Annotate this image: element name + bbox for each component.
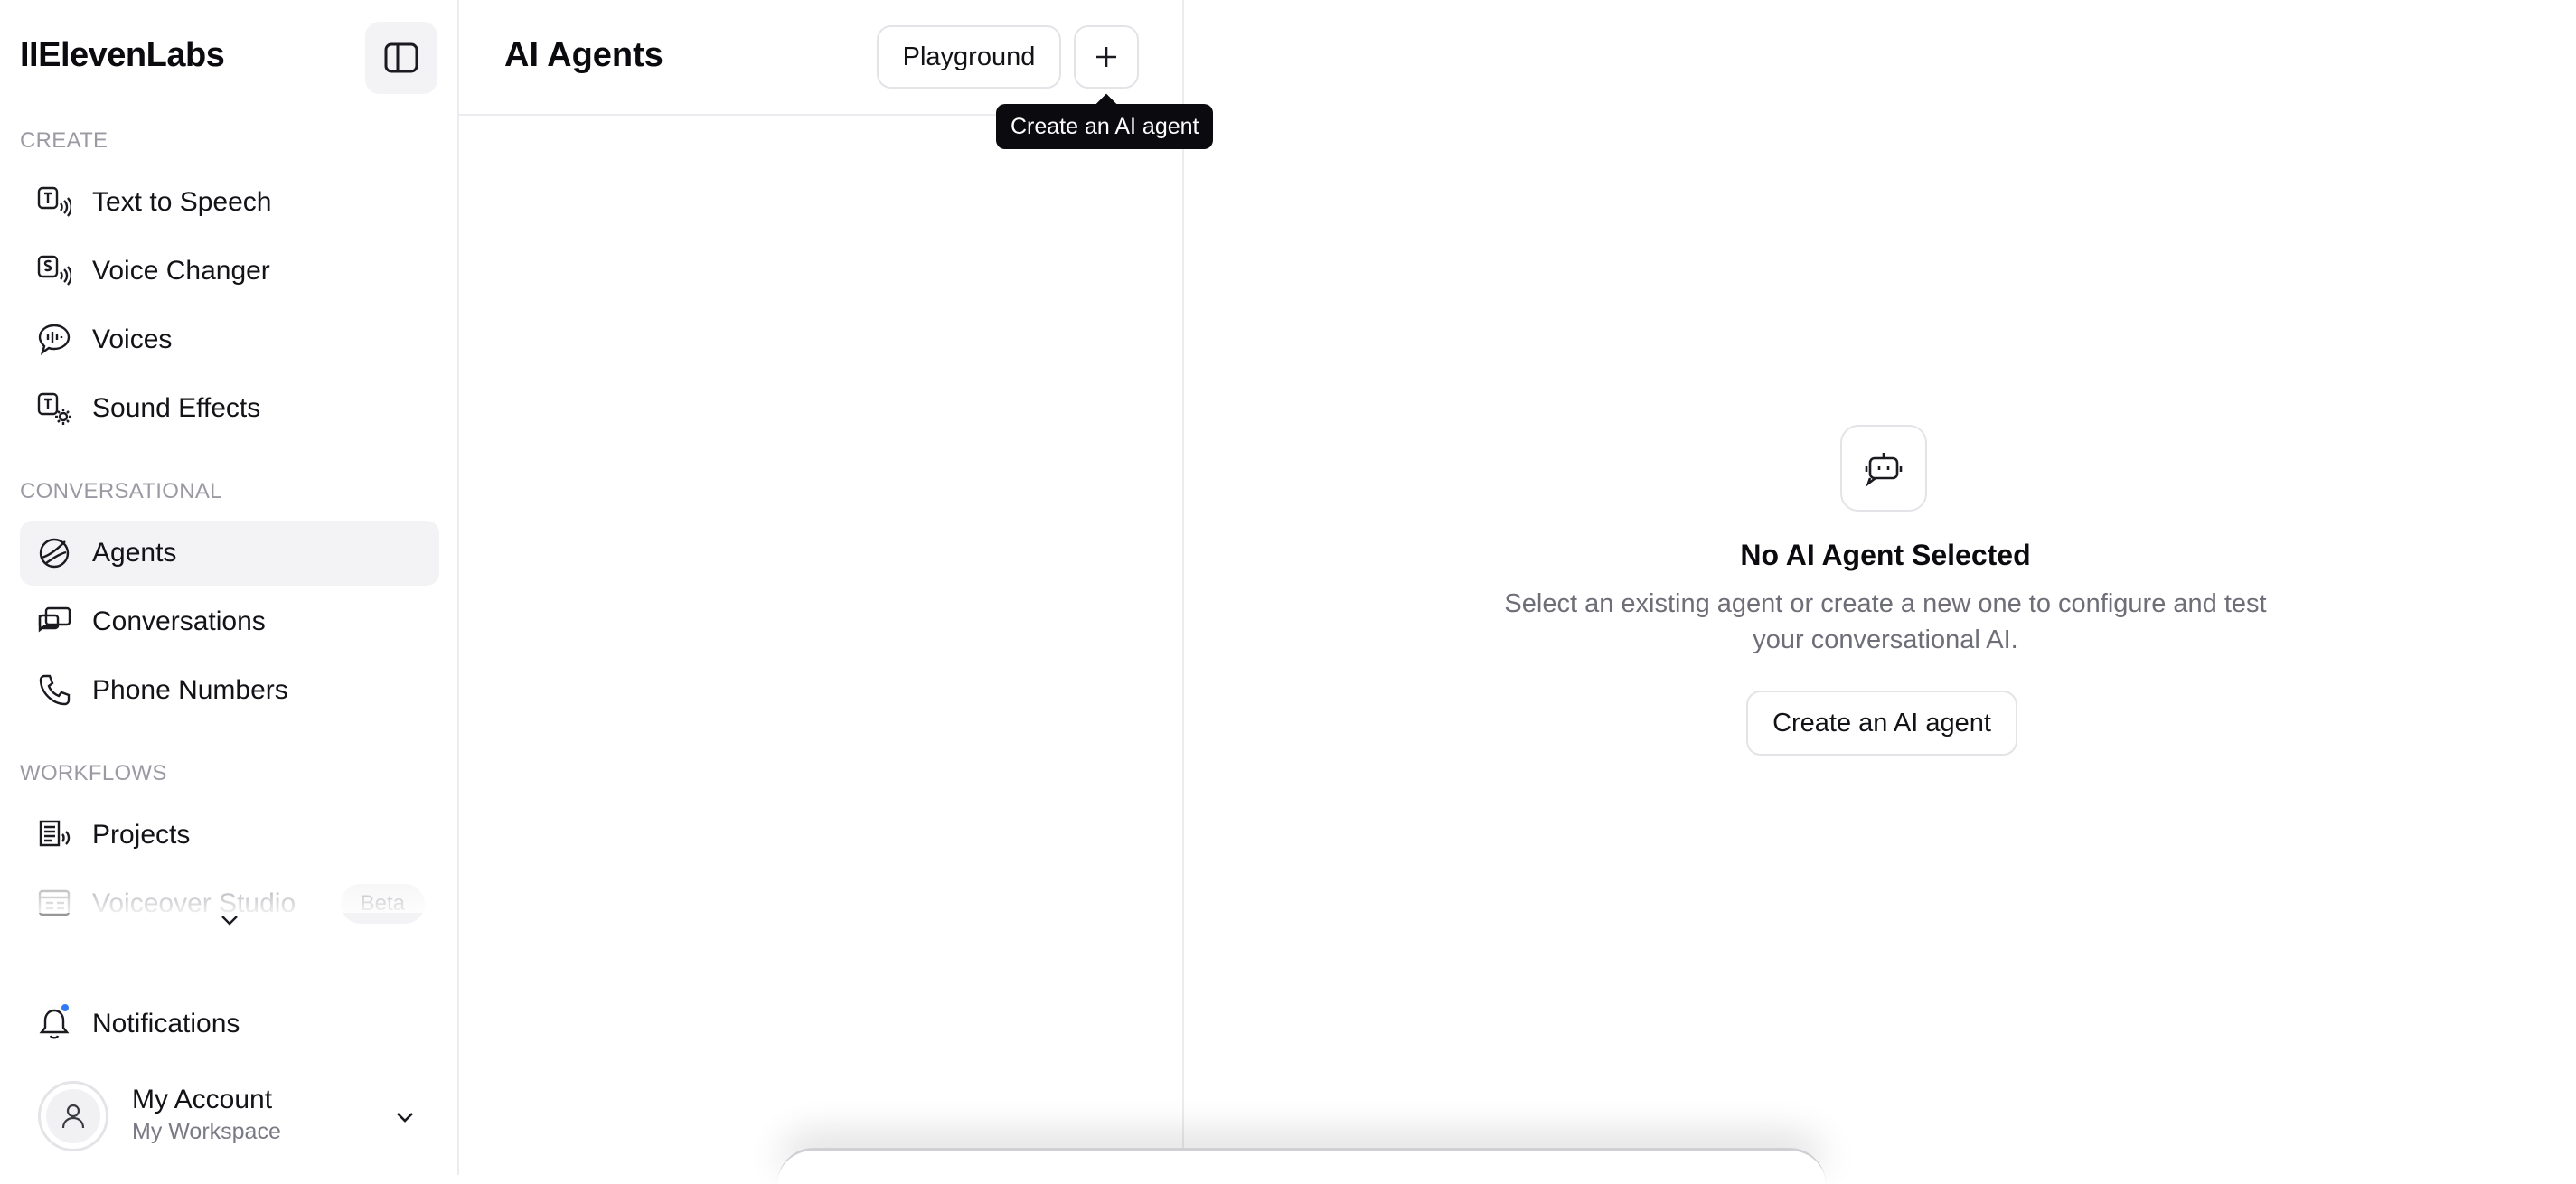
sidebar: IIElevenLabs CREATE Text to Speech Voice… (0, 0, 459, 1175)
account-switcher[interactable]: My Account My Workspace (20, 1072, 439, 1162)
notification-unread-dot (60, 1002, 71, 1013)
add-agent-button[interactable] (1074, 25, 1139, 89)
account-name: My Account (132, 1085, 273, 1114)
sidebar-item-label: Conversations (92, 606, 266, 636)
sidebar-item-projects[interactable]: Projects (20, 803, 439, 868)
sidebar-toggle-button[interactable] (365, 22, 437, 94)
sidebar-item-label: Agents (92, 538, 177, 568)
sidebar-item-text-to-speech[interactable]: Text to Speech (20, 170, 439, 235)
avatar (38, 1081, 108, 1151)
sidebar-item-voices[interactable]: Voices (20, 307, 439, 372)
section-label-create: CREATE (20, 128, 108, 153)
sidebar-item-phone-numbers[interactable]: Phone Numbers (20, 658, 439, 723)
sound-effects-icon (36, 390, 72, 427)
list-header: AI Agents Playground (459, 0, 1182, 116)
page-title: AI Agents (504, 36, 663, 74)
sidebar-item-label: Voice Changer (92, 256, 270, 286)
agent-detail-panel: No AI Agent Selected Select an existing … (1184, 0, 2576, 1175)
sidebar-item-label: Phone Numbers (92, 675, 288, 705)
sidebar-item-label: Sound Effects (92, 393, 261, 423)
section-label-workflows: WORKFLOWS (20, 761, 167, 785)
sidebar-panel-icon (384, 42, 418, 73)
scroll-fade (0, 868, 457, 913)
user-icon (61, 1104, 85, 1129)
section-label-conversational: CONVERSATIONAL (20, 479, 222, 503)
bot-icon (1840, 425, 1927, 512)
sidebar-item-label: Voices (92, 324, 173, 354)
sidebar-item-sound-effects[interactable]: Sound Effects (20, 376, 439, 441)
text-to-speech-icon (36, 184, 72, 221)
bell-icon (36, 1002, 72, 1042)
sidebar-item-label: Notifications (92, 1009, 240, 1038)
create-agent-tooltip: Create an AI agent (996, 104, 1214, 149)
sidebar-item-label: Projects (92, 820, 191, 850)
create-agent-button[interactable]: Create an AI agent (1746, 691, 2017, 756)
agents-list (459, 117, 1182, 1175)
agents-list-panel: AI Agents Playground (459, 0, 1184, 1175)
sidebar-item-voice-changer[interactable]: Voice Changer (20, 239, 439, 304)
empty-state-description: Select an existing agent or create a new… (1504, 589, 2267, 654)
projects-icon (36, 817, 72, 853)
voice-changer-icon (36, 253, 72, 289)
elevenlabs-logo[interactable]: IIElevenLabs (20, 36, 225, 75)
account-workspace: My Workspace (132, 1119, 281, 1144)
conversations-icon (36, 604, 72, 640)
sidebar-item-agents[interactable]: Agents (20, 521, 439, 586)
plus-icon (1096, 47, 1116, 67)
phone-icon (36, 672, 72, 709)
sidebar-item-label: Text to Speech (92, 187, 272, 217)
sidebar-item-notifications[interactable]: Notifications (20, 991, 439, 1057)
scroll-more-chevron-down-icon[interactable] (217, 909, 242, 931)
agents-icon (36, 535, 72, 571)
bottom-drawer-edge (777, 1148, 1826, 1184)
playground-button[interactable]: Playground (877, 25, 1061, 89)
sidebar-item-conversations[interactable]: Conversations (20, 589, 439, 654)
voices-icon (36, 322, 72, 358)
empty-state-title: No AI Agent Selected (1740, 539, 2031, 571)
chevron-down-icon[interactable] (392, 1104, 418, 1130)
